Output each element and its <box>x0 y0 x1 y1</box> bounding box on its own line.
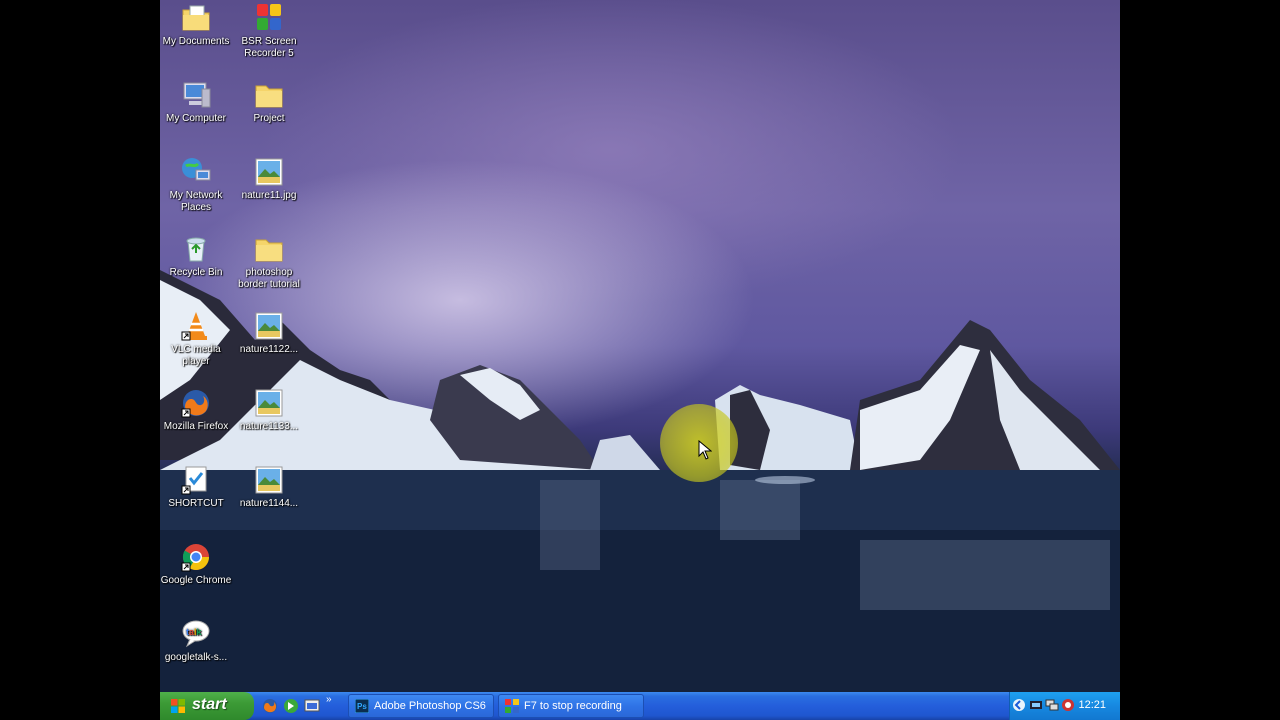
desktop-icon-googletalk[interactable]: talk googletalk-s... <box>160 618 235 664</box>
mouse-pointer-icon <box>698 440 712 460</box>
task-button-bsr-recording[interactable]: F7 to stop recording <box>498 694 644 718</box>
desktop-icon-bsr-screen-recorder[interactable]: BSR Screen Recorder 5 <box>230 2 308 60</box>
folder-icon <box>255 239 283 262</box>
googletalk-icon: talk <box>182 620 210 648</box>
photoshop-icon: Ps <box>355 699 369 713</box>
tray-app-icon[interactable] <box>1029 698 1043 712</box>
desktop-icon-label: photoshop border tutorial <box>238 267 300 290</box>
desktop-icon-label: Mozilla Firefox <box>163 421 229 432</box>
bsr-recorder-icon <box>505 699 519 713</box>
image-file-icon <box>255 158 283 186</box>
desktop-icon-label: My Documents <box>162 36 230 47</box>
task-button-photoshop[interactable]: Ps Adobe Photoshop CS6 <box>348 694 494 718</box>
desktop-icon-label: nature1144... <box>239 498 299 509</box>
desktop-icon-photoshop-border-tutorial[interactable]: photoshop border tutorial <box>230 233 308 291</box>
documents-folder-icon <box>182 5 210 31</box>
desktop-screen: My Documents BSR Screen Recorder 5 My Co… <box>160 0 1120 720</box>
firefox-icon <box>181 390 209 418</box>
desktop-icon-label: Recycle Bin <box>169 267 223 278</box>
image-file-icon <box>255 312 283 340</box>
svg-text:talk: talk <box>186 627 203 637</box>
network-connection-icon[interactable] <box>1045 698 1059 712</box>
start-button[interactable]: start <box>160 692 254 720</box>
desktop-icon-google-chrome[interactable]: Google Chrome <box>160 541 235 587</box>
recycle-bin-icon <box>186 237 206 262</box>
desktop-icon-label: BSR Screen Recorder 5 <box>241 36 297 59</box>
desktop-icon-my-documents[interactable]: My Documents <box>160 2 235 48</box>
tray-status-icon[interactable] <box>1061 698 1075 712</box>
desktop-icon-label: My Network Places <box>169 190 223 213</box>
desktop-icon-label: Google Chrome <box>160 575 232 586</box>
desktop-icon-label: My Computer <box>165 113 226 124</box>
network-icon <box>182 158 211 181</box>
desktop-icon-vlc-media-player[interactable]: VLC media player <box>160 310 235 368</box>
desktop-icon-my-network-places[interactable]: My Network Places <box>160 156 235 214</box>
computer-icon <box>183 82 211 108</box>
image-file-icon <box>255 466 283 494</box>
taskbar: start » Ps Adobe Photoshop CS6 F7 to sto… <box>160 692 1120 720</box>
desktop-icon-label: VLC media player <box>171 344 221 367</box>
system-tray: 12:21 <box>1009 692 1120 720</box>
folder-icon <box>255 85 283 108</box>
bsr-recorder-icon <box>257 4 281 30</box>
vlc-icon <box>181 312 207 341</box>
windows-logo-icon <box>171 699 185 713</box>
desktop-icon-nature1144[interactable]: nature1144... <box>230 464 308 510</box>
task-button-label: Adobe Photoshop CS6 <box>374 700 486 712</box>
quick-launch-chevron-icon[interactable]: » <box>326 694 332 705</box>
desktop-icon-label: SHORTCUT <box>168 498 224 509</box>
desktop-icon-recycle-bin[interactable]: Recycle Bin <box>160 233 235 279</box>
desktop-icon-nature11[interactable]: nature11.jpg <box>230 156 308 202</box>
chrome-icon <box>181 544 210 572</box>
desktop-icon-mozilla-firefox[interactable]: Mozilla Firefox <box>160 387 235 433</box>
desktop-icon-label: googletalk-s... <box>164 652 228 663</box>
svg-text:Ps: Ps <box>357 702 367 711</box>
desktop-icon-label: nature1122... <box>239 344 299 355</box>
system-clock[interactable]: 12:21 <box>1078 699 1106 711</box>
desktop-icon-nature1133[interactable]: nature1133... <box>230 387 308 433</box>
desktop-icon-shortcut[interactable]: SHORTCUT <box>160 464 235 510</box>
desktop-icon-label: nature11.jpg <box>241 190 297 201</box>
start-label: start <box>192 696 227 713</box>
tray-expand-chevron-icon[interactable] <box>1012 698 1026 712</box>
recorder-icon[interactable] <box>283 698 299 714</box>
task-button-label: F7 to stop recording <box>524 700 622 712</box>
quick-launch: » <box>260 692 340 720</box>
desktop-icon-label: Project <box>253 113 285 124</box>
image-file-icon <box>255 389 283 417</box>
desktop-icon-nature1122[interactable]: nature1122... <box>230 310 308 356</box>
firefox-icon[interactable] <box>262 698 278 714</box>
shortcut-icon <box>181 466 207 495</box>
desktop-icon-my-computer[interactable]: My Computer <box>160 79 235 125</box>
show-desktop-icon[interactable] <box>304 698 320 714</box>
desktop-icon-project[interactable]: Project <box>230 79 308 125</box>
desktop-icon-label: nature1133... <box>239 421 299 432</box>
